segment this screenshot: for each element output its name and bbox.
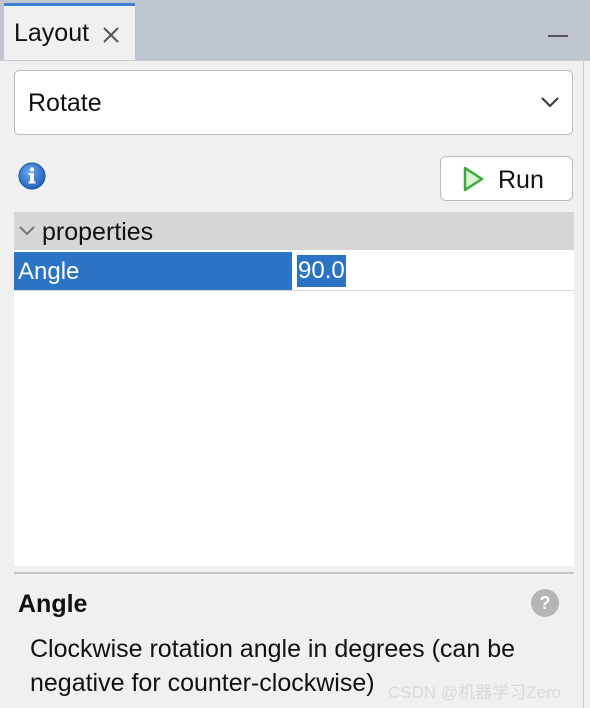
info-icon[interactable] xyxy=(18,162,46,190)
tab-bar: Layout xyxy=(0,0,590,61)
tab-label: Layout xyxy=(14,19,90,47)
operation-select[interactable]: Rotate xyxy=(14,70,573,135)
property-value-cell[interactable]: 90.0 xyxy=(296,252,574,290)
chevron-down-icon xyxy=(541,97,559,108)
description-title: Angle xyxy=(18,590,88,618)
property-name-cell[interactable]: Angle xyxy=(14,252,292,290)
properties-table: properties Angle 90.0 xyxy=(14,212,574,566)
panel-border xyxy=(583,0,584,708)
angle-value-input[interactable]: 90.0 xyxy=(297,255,346,287)
properties-group-label: properties xyxy=(42,218,154,246)
table-row[interactable]: Angle 90.0 xyxy=(14,252,574,291)
help-icon[interactable]: ? xyxy=(530,588,560,618)
play-icon xyxy=(463,166,484,192)
chevron-down-icon[interactable] xyxy=(18,224,36,238)
property-name: Angle xyxy=(18,258,80,285)
run-button[interactable]: Run xyxy=(440,156,573,201)
minimize-icon[interactable] xyxy=(546,30,570,40)
watermark: CSDN @机器学习Zero xyxy=(388,683,562,702)
run-button-label: Run xyxy=(498,166,544,194)
properties-group-header[interactable]: properties xyxy=(14,212,574,250)
svg-text:?: ? xyxy=(540,593,551,613)
operation-select-value: Rotate xyxy=(28,89,102,117)
tab-layout[interactable]: Layout xyxy=(4,3,135,60)
description-divider xyxy=(14,572,574,574)
close-icon[interactable] xyxy=(100,24,122,46)
